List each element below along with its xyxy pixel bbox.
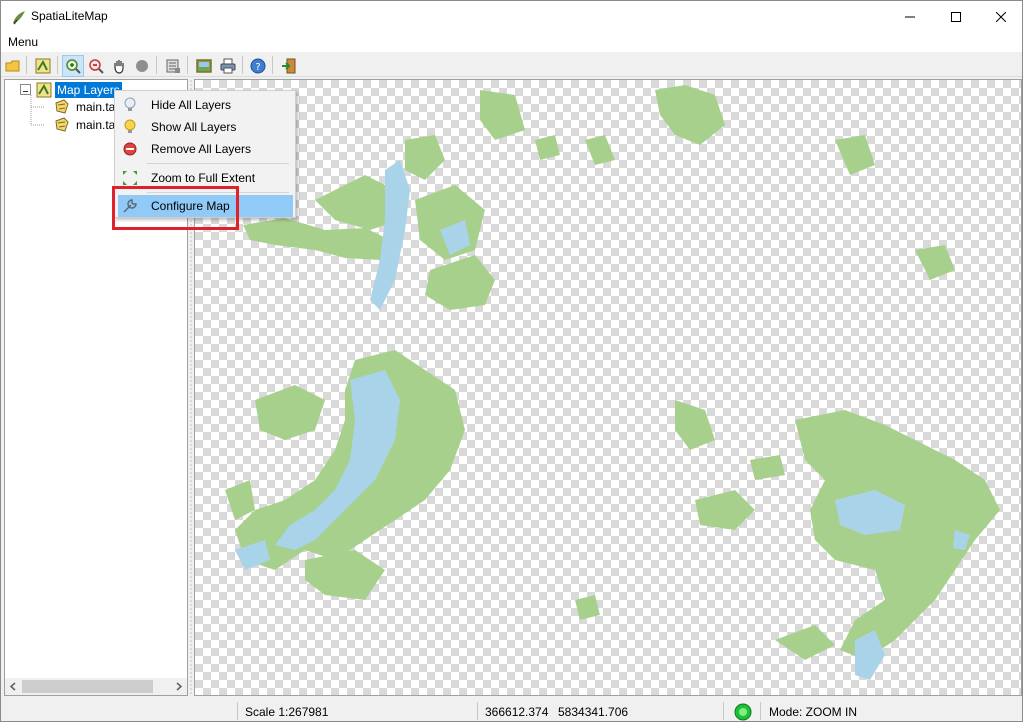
x-coordinate: 366612.374	[485, 705, 549, 719]
map-features	[225, 85, 1000, 680]
menu-bar: Menu	[1, 32, 1022, 52]
toolbar-separator	[156, 56, 157, 74]
vector-layer-icon	[55, 99, 69, 114]
help-icon: ?	[250, 58, 266, 74]
print-icon	[220, 58, 236, 74]
toolbar-separator	[26, 56, 27, 74]
menu-separator	[147, 163, 289, 164]
menu-item-hide-all-layers[interactable]: Hide All Layers	[118, 94, 293, 116]
menu-button[interactable]: Menu	[8, 35, 38, 49]
remove-icon	[123, 142, 137, 156]
toolbar-separator	[272, 56, 273, 74]
app-window: SpatiaLiteMap Menu ? Map Layers main.ta …	[0, 0, 1023, 722]
menu-item-label: Zoom to Full Extent	[151, 171, 256, 185]
bulb-on-icon	[124, 119, 136, 133]
close-button[interactable]	[978, 1, 1022, 32]
export-image-button[interactable]	[193, 55, 215, 77]
menu-item-label: Remove All Layers	[151, 142, 252, 156]
zoom-in-button[interactable]	[62, 55, 84, 77]
svg-text:?: ?	[255, 62, 260, 73]
toolbar-separator	[242, 56, 243, 74]
minimize-button[interactable]	[887, 1, 933, 32]
help-button[interactable]: ?	[247, 55, 269, 77]
horizontal-scrollbar[interactable]	[5, 678, 187, 695]
tree-layer-label: main.ta	[76, 118, 116, 132]
toolbar-separator	[57, 56, 58, 74]
status-separator	[237, 702, 238, 720]
open-icon	[5, 60, 20, 72]
status-indicator-icon	[734, 703, 752, 721]
table-button[interactable]	[162, 55, 184, 77]
minus-icon	[23, 91, 28, 92]
zoom-in-icon	[66, 59, 81, 74]
exit-icon	[282, 58, 296, 74]
image-icon	[196, 59, 212, 73]
y-coordinate: 5834341.706	[558, 705, 629, 719]
toolbar-separator	[187, 56, 188, 74]
collapse-toggle[interactable]	[20, 84, 31, 95]
tree-layer-label: main.ta	[76, 100, 116, 114]
bulb-off-icon	[124, 97, 136, 111]
maximize-icon	[951, 11, 961, 22]
status-separator	[477, 702, 478, 720]
map-icon	[36, 82, 52, 98]
table-icon	[166, 59, 180, 73]
scroll-left-icon[interactable]	[9, 682, 17, 691]
status-separator	[723, 702, 724, 720]
maximize-button[interactable]	[933, 1, 979, 32]
print-button[interactable]	[217, 55, 239, 77]
map-canvas[interactable]	[194, 79, 1022, 696]
minimize-icon	[905, 16, 915, 17]
menu-item-label: Hide All Layers	[151, 98, 232, 112]
scale-readout: Scale 1:267981	[245, 705, 329, 719]
window-title: SpatiaLiteMap	[31, 9, 108, 23]
identify-icon	[136, 60, 148, 72]
exit-button[interactable]	[278, 55, 300, 77]
zoom-out-icon	[89, 59, 104, 74]
scrollbar-thumb[interactable]	[22, 680, 153, 693]
menu-item-remove-all-layers[interactable]: Remove All Layers	[118, 138, 293, 160]
status-bar: Scale 1:267981 366612.374 5834341.706 Mo…	[1, 699, 1022, 721]
status-separator	[760, 702, 761, 720]
full-extent-icon	[123, 171, 137, 185]
vector-layer-icon	[55, 117, 69, 132]
identify-button[interactable]	[131, 55, 153, 77]
menu-item-show-all-layers[interactable]: Show All Layers	[118, 116, 293, 138]
highlight-annotation	[112, 186, 239, 230]
layer-icon	[35, 58, 51, 74]
pan-button[interactable]	[108, 55, 130, 77]
mode-readout: Mode: ZOOM IN	[769, 705, 858, 719]
toolbar: ?	[1, 53, 1022, 77]
tree-root-label[interactable]: Map Layers	[55, 82, 122, 98]
zoom-out-button[interactable]	[85, 55, 107, 77]
pan-icon	[114, 60, 124, 74]
add-layer-button[interactable]	[32, 55, 54, 77]
scroll-right-icon[interactable]	[175, 682, 183, 691]
open-button[interactable]	[2, 55, 24, 77]
app-logo-icon	[13, 11, 25, 25]
menu-item-label: Show All Layers	[151, 120, 237, 134]
title-bar: SpatiaLiteMap	[1, 1, 1022, 32]
close-icon	[996, 11, 1006, 22]
